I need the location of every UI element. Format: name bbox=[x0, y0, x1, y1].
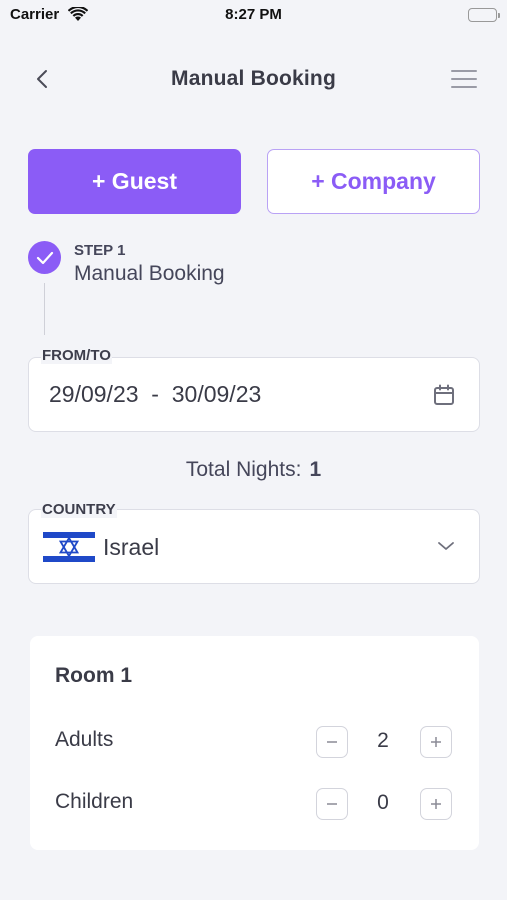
calendar-icon[interactable] bbox=[433, 384, 455, 411]
step-connector-line bbox=[44, 283, 45, 335]
chevron-down-icon[interactable] bbox=[437, 538, 455, 556]
hamburger-menu-icon[interactable] bbox=[451, 68, 477, 90]
children-decrement-button[interactable] bbox=[316, 788, 348, 820]
page-title: Manual Booking bbox=[171, 67, 336, 90]
adults-count: 2 bbox=[377, 729, 389, 752]
adults-decrement-button[interactable] bbox=[316, 726, 348, 758]
total-nights-label: Total Nights: bbox=[185, 458, 302, 481]
battery-icon bbox=[468, 8, 500, 22]
total-nights-value: 1 bbox=[309, 458, 322, 481]
adults-increment-button[interactable] bbox=[420, 726, 452, 758]
minus-icon bbox=[327, 741, 337, 743]
add-company-button[interactable]: + Company bbox=[267, 149, 480, 214]
country-label: COUNTRY bbox=[41, 501, 117, 518]
plus-icon bbox=[431, 737, 441, 747]
navigation-bar: Manual Booking bbox=[0, 56, 507, 102]
status-bar: Carrier 8:27 PM bbox=[0, 0, 507, 32]
minus-icon bbox=[327, 803, 337, 805]
country-value: Israel bbox=[103, 534, 160, 560]
country-select[interactable]: Israel bbox=[28, 509, 480, 584]
children-count: 0 bbox=[377, 791, 389, 814]
adults-label: Adults bbox=[55, 728, 114, 751]
status-time: 8:27 PM bbox=[225, 6, 282, 23]
total-nights: Total Nights: 1 bbox=[0, 458, 507, 482]
step-complete-check-icon bbox=[28, 241, 61, 274]
date-range-label: FROM/TO bbox=[41, 347, 112, 364]
date-range-value: 29/09/23 - 30/09/23 bbox=[49, 381, 262, 407]
add-guest-button[interactable]: + Guest bbox=[28, 149, 241, 214]
room-title: Room 1 bbox=[55, 664, 133, 687]
room-card: Room 1 Adults 2 Children 0 bbox=[30, 636, 479, 850]
plus-icon bbox=[431, 799, 441, 809]
date-range-field[interactable]: 29/09/23 - 30/09/23 bbox=[28, 357, 480, 432]
israel-flag-icon bbox=[43, 529, 95, 565]
step-label: STEP 1 bbox=[74, 242, 126, 259]
children-increment-button[interactable] bbox=[420, 788, 452, 820]
children-label: Children bbox=[55, 790, 134, 813]
step-title: Manual Booking bbox=[74, 262, 225, 285]
